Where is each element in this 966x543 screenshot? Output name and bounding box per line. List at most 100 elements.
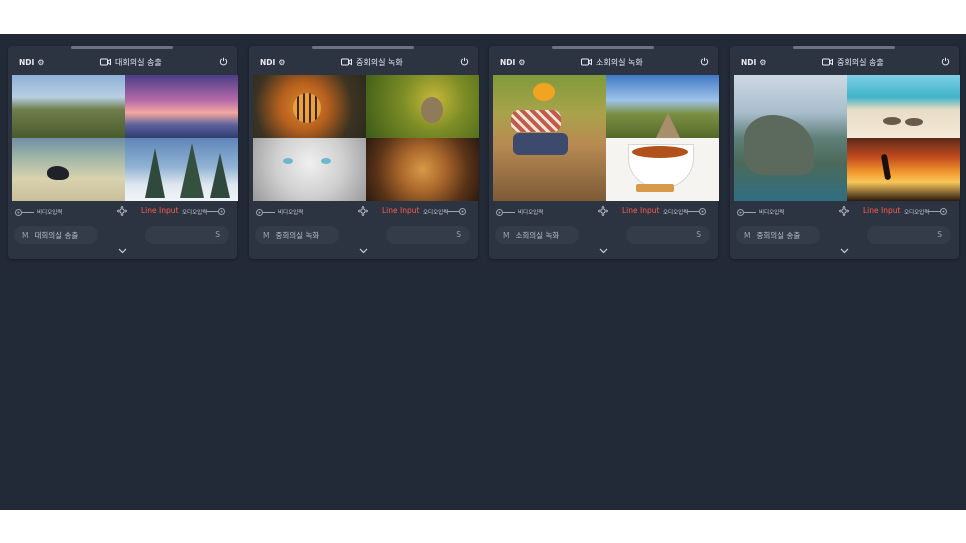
- gear-icon[interactable]: ⚙: [759, 58, 766, 67]
- power-icon[interactable]: [700, 57, 709, 66]
- solo-label: S: [215, 230, 220, 239]
- ndi-card: NDI ⚙ 대회의실 송출 비디오입력 Line Input 오디오입력 M 대…: [8, 46, 238, 259]
- thumbnail-white-cat[interactable]: [253, 138, 366, 201]
- mute-solo-row: M 중회의실 녹화 S: [249, 226, 478, 246]
- chevron-down-icon[interactable]: [118, 248, 127, 254]
- audio-input-label: 오디오입력: [423, 210, 449, 216]
- line-input-label[interactable]: Line Input: [863, 206, 900, 215]
- gear-icon[interactable]: ⚙: [37, 58, 44, 67]
- camera-icon: [100, 58, 111, 66]
- ndi-settings[interactable]: NDI ⚙: [260, 58, 285, 67]
- connector-plug-icon[interactable]: [686, 208, 706, 215]
- audio-input-label: 오디오입력: [663, 210, 689, 216]
- move-arrows-icon[interactable]: [116, 205, 128, 217]
- mute-button[interactable]: M 대회의실 송출: [14, 226, 98, 244]
- mute-label: M: [263, 230, 270, 240]
- connector-plug-icon[interactable]: [446, 208, 466, 215]
- solo-label: S: [937, 230, 942, 239]
- thumbnail-coastal-cliffs[interactable]: [734, 75, 847, 201]
- video-input[interactable]: 비디오입력: [496, 208, 543, 216]
- thumbnail-landscape-grass-hill[interactable]: [12, 75, 125, 138]
- room-label: 중회의실 녹화: [275, 230, 320, 240]
- chevron-down-icon[interactable]: [599, 248, 608, 254]
- thumbnail-beach-sandals[interactable]: [847, 75, 960, 138]
- video-grid: [493, 75, 719, 201]
- thumbnail-tea-cup[interactable]: [606, 138, 719, 201]
- video-grid: [734, 75, 960, 201]
- thumbnail-person-planting[interactable]: [493, 75, 606, 201]
- power-icon[interactable]: [941, 57, 950, 66]
- thumbnail-rabbit[interactable]: [366, 75, 479, 138]
- ndi-label: NDI: [500, 58, 516, 67]
- card-title-text: 소회의실 녹화: [596, 57, 643, 67]
- io-row: 비디오입력 Line Input 오디오입력: [730, 204, 959, 218]
- video-input[interactable]: 비디오입력: [737, 208, 784, 216]
- video-input[interactable]: 비디오입력: [15, 208, 62, 216]
- io-row: 비디오입력 Line Input 오디오입력: [249, 204, 478, 218]
- power-icon[interactable]: [219, 57, 228, 66]
- thumbnail-snowy-pine-trees[interactable]: [125, 138, 238, 201]
- video-grid: [253, 75, 479, 201]
- mute-solo-row: M 대회의실 송출 S: [8, 226, 237, 246]
- thumbnail-field-road-sky[interactable]: [606, 75, 719, 138]
- thumbnail-lion[interactable]: [366, 138, 479, 201]
- solo-button[interactable]: S: [386, 226, 470, 244]
- ndi-card: NDI ⚙ 중회의실 송출 비디오입력 Line Input 오디오입력 M 중…: [730, 46, 960, 259]
- move-arrows-icon[interactable]: [357, 205, 369, 217]
- io-row: 비디오입력 Line Input 오디오입력: [8, 204, 237, 218]
- video-input[interactable]: 비디오입력: [256, 208, 303, 216]
- io-row: 비디오입력 Line Input 오디오입력: [489, 204, 718, 218]
- solo-button[interactable]: S: [145, 226, 229, 244]
- room-label: 중회의실 송출: [756, 230, 801, 240]
- gear-icon[interactable]: ⚙: [278, 58, 285, 67]
- mute-label: M: [22, 230, 29, 240]
- connector-plug-icon: [256, 208, 275, 216]
- chevron-down-icon[interactable]: [840, 248, 849, 254]
- thumbnail-sunset-sea[interactable]: [125, 75, 238, 138]
- ndi-label: NDI: [260, 58, 276, 67]
- video-input-label: 비디오입력: [278, 210, 304, 216]
- power-icon[interactable]: [460, 57, 469, 66]
- ndi-settings[interactable]: NDI ⚙: [500, 58, 525, 67]
- thumbnail-crow-on-beach[interactable]: [12, 138, 125, 201]
- chevron-down-icon[interactable]: [359, 248, 368, 254]
- mute-button[interactable]: M 중회의실 녹화: [255, 226, 339, 244]
- audio-input-label: 오디오입력: [904, 210, 930, 216]
- thumbnail-sunset-jump[interactable]: [847, 138, 960, 201]
- line-input-label[interactable]: Line Input: [382, 206, 419, 215]
- camera-icon: [581, 58, 592, 66]
- card-title-text: 대회의실 송출: [115, 57, 162, 67]
- video-input-label: 비디오입력: [37, 210, 63, 216]
- ndi-settings[interactable]: NDI ⚙: [19, 58, 44, 67]
- solo-label: S: [696, 230, 701, 239]
- card-header: NDI ⚙ 소회의실 녹화: [489, 46, 718, 76]
- solo-button[interactable]: S: [626, 226, 710, 244]
- audio-input-label: 오디오입력: [182, 210, 208, 216]
- connector-plug-icon: [737, 208, 756, 216]
- connector-plug-icon[interactable]: [205, 208, 225, 215]
- connector-plug-icon: [15, 208, 34, 216]
- ndi-label: NDI: [19, 58, 35, 67]
- room-label: 대회의실 송출: [34, 230, 79, 240]
- video-grid: [12, 75, 238, 201]
- card-title: 대회의실 송출: [100, 56, 162, 68]
- mute-button[interactable]: M 소회의실 녹화: [495, 226, 579, 244]
- mute-button[interactable]: M 중회의실 송출: [736, 226, 820, 244]
- line-input-label[interactable]: Line Input: [622, 206, 659, 215]
- mute-label: M: [503, 230, 510, 240]
- connector-plug-icon[interactable]: [927, 208, 947, 215]
- card-header: NDI ⚙ 중회의실 송출: [730, 46, 959, 76]
- ndi-label: NDI: [741, 58, 757, 67]
- connector-plug-icon: [496, 208, 515, 216]
- solo-label: S: [456, 230, 461, 239]
- move-arrows-icon[interactable]: [597, 205, 609, 217]
- ndi-card: NDI ⚙ 소회의실 녹화 비디오입력 Line Input 오디오입력 M 소…: [489, 46, 719, 259]
- thumbnail-tiger[interactable]: [253, 75, 366, 138]
- solo-button[interactable]: S: [867, 226, 951, 244]
- card-title: 중회의실 송출: [822, 56, 884, 68]
- gear-icon[interactable]: ⚙: [518, 58, 525, 67]
- line-input-label[interactable]: Line Input: [141, 206, 178, 215]
- ndi-card: NDI ⚙ 중회의실 녹화 비디오입력 Line Input 오디오입력 M 중…: [249, 46, 479, 259]
- move-arrows-icon[interactable]: [838, 205, 850, 217]
- ndi-settings[interactable]: NDI ⚙: [741, 58, 766, 67]
